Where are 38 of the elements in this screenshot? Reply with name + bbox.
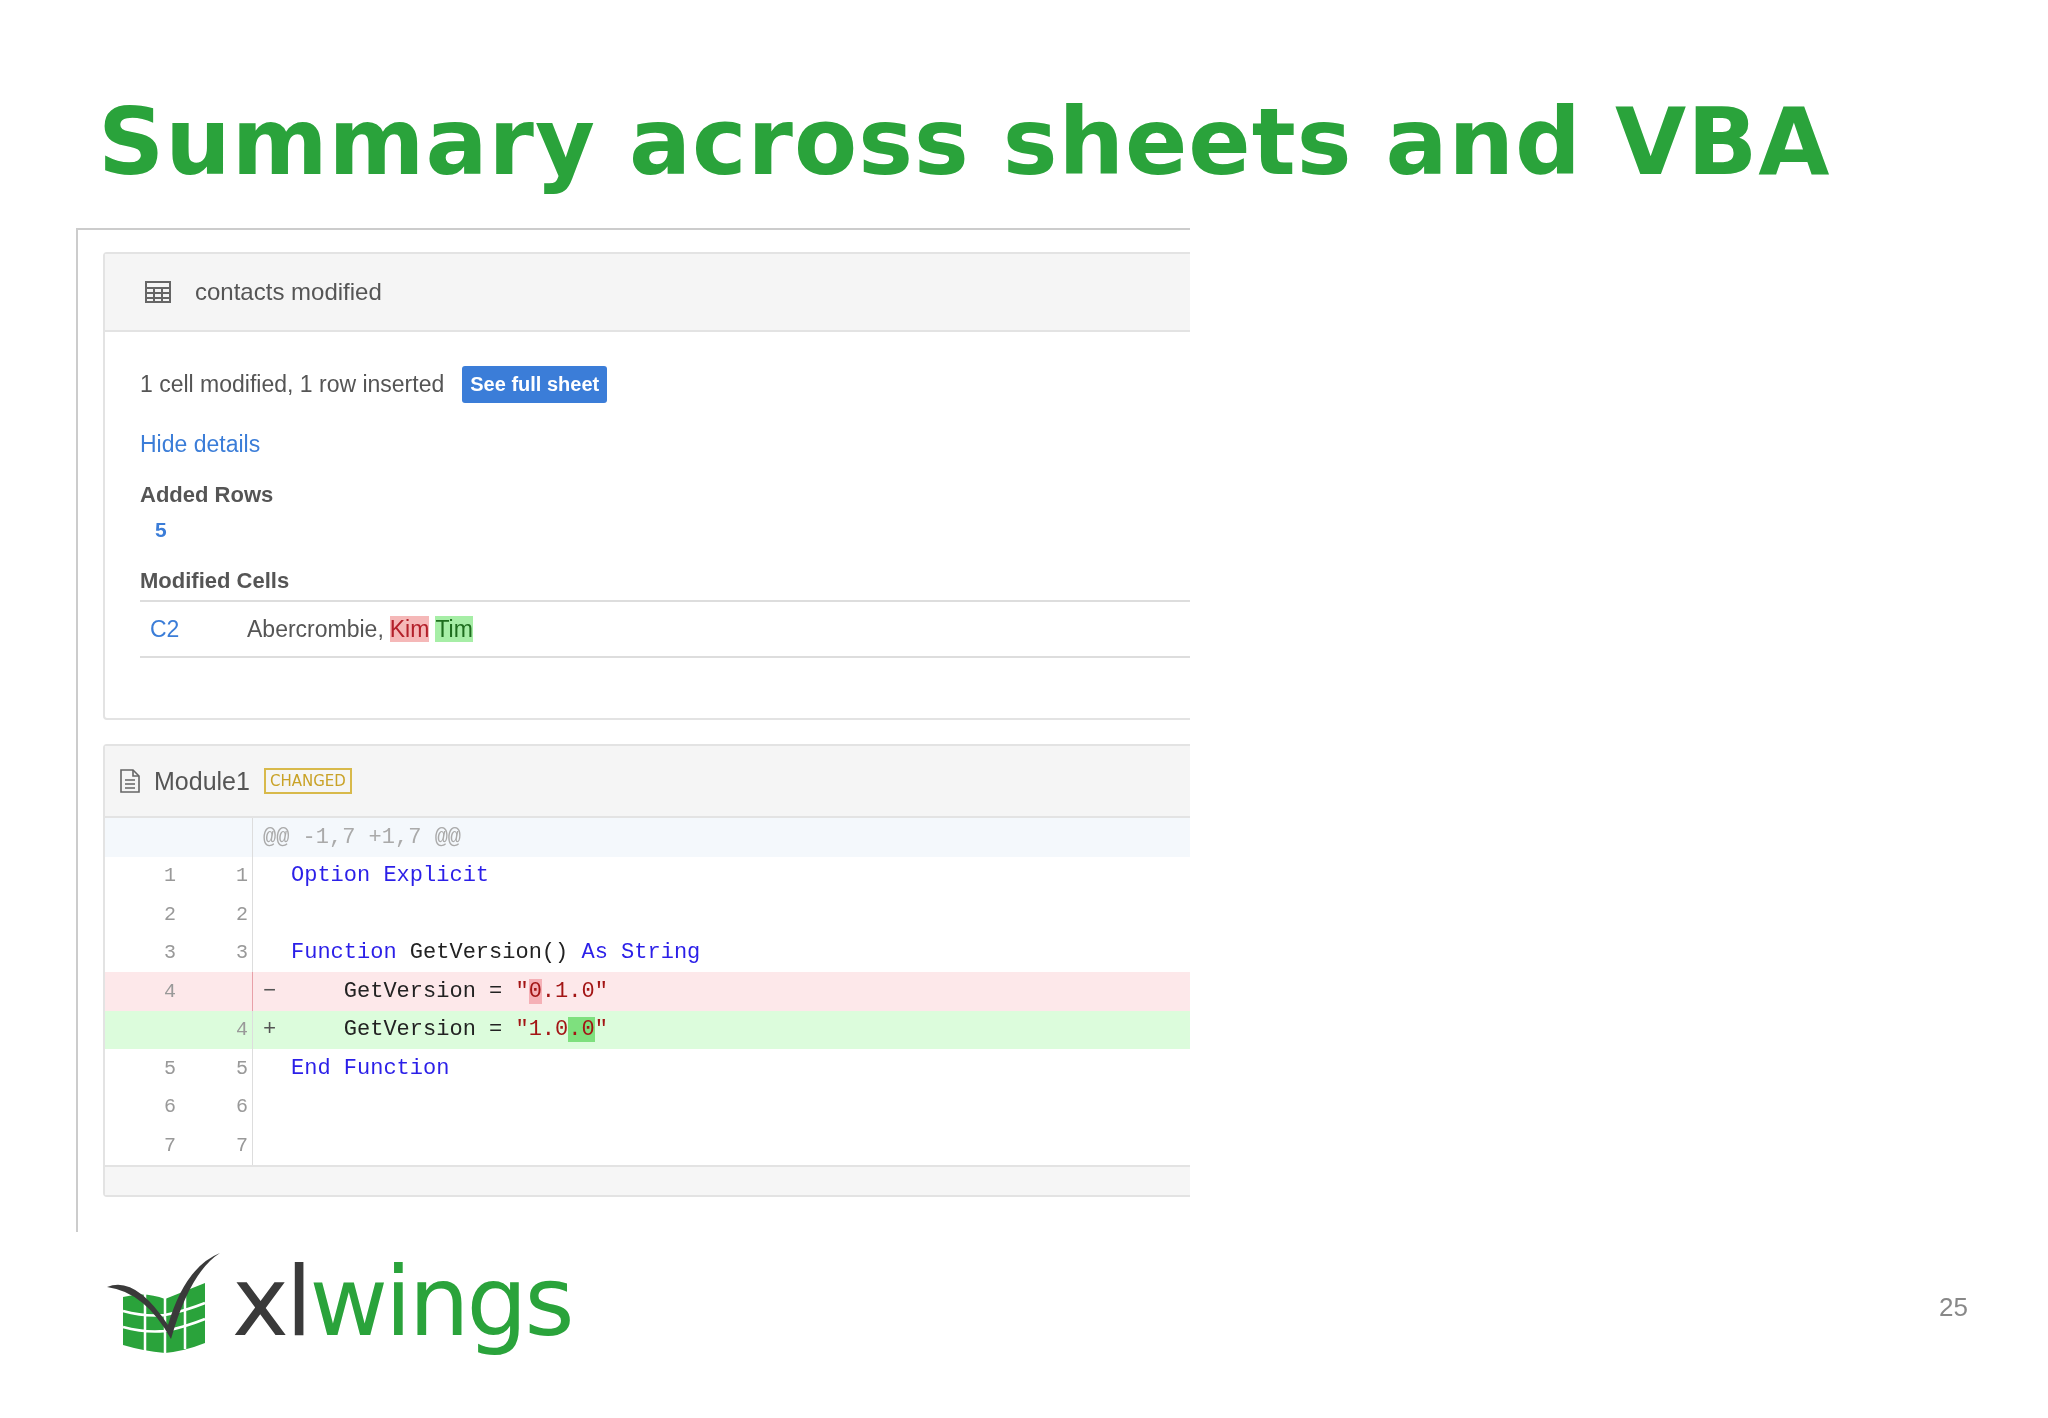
slide-title: Summary across sheets and VBA	[98, 88, 1832, 198]
section-heading: Modified Cells	[140, 568, 291, 594]
change-summary: 1 cell modified, 1 row inserted	[140, 371, 445, 398]
line-number: 4	[236, 1018, 248, 1042]
code-line: GetVersion = "1.0.0"	[342, 1017, 608, 1043]
page-number: 25	[1939, 1291, 1968, 1323]
see-full-sheet-button[interactable]: See full sheet	[462, 366, 608, 403]
diff-sign: +	[263, 1017, 277, 1043]
logo-wordmark: xlwings	[232, 1245, 572, 1360]
line-number: 3	[164, 941, 176, 965]
line-number: 6	[236, 1095, 248, 1119]
document-icon	[120, 769, 140, 793]
changed-badge: CHANGED	[263, 768, 352, 794]
row-number-link[interactable]: 5	[155, 518, 167, 542]
diff-sign: −	[263, 978, 277, 1004]
line-number: 4	[164, 979, 176, 1003]
line-number: 2	[236, 902, 248, 926]
line-number: 1	[236, 864, 248, 888]
module-name: Module1	[154, 766, 250, 796]
code-line: Option Explicit	[291, 863, 490, 889]
code-line: Function GetVersion() As String	[291, 940, 701, 966]
line-number: 3	[236, 941, 248, 965]
line-number: 1	[164, 864, 176, 888]
line-number: 2	[164, 902, 176, 926]
code-line: GetVersion = "0.1.0"	[342, 978, 608, 1004]
code-line: End Function	[291, 1055, 450, 1081]
line-number: 7	[236, 1133, 248, 1157]
hunk-header: @@ -1,7 +1,7 @@	[262, 824, 462, 850]
cell-value-diff: Abercrombie, Kim Tim	[247, 615, 473, 643]
section-heading: Added Rows	[140, 482, 275, 508]
line-number: 5	[164, 1056, 176, 1080]
hide-details-link[interactable]: Hide details	[140, 431, 261, 458]
line-number: 7	[164, 1133, 176, 1157]
sheet-name: contacts modified	[195, 278, 382, 306]
cell-reference-link[interactable]: C2	[140, 615, 247, 643]
line-number: 5	[236, 1056, 248, 1080]
line-number: 6	[164, 1095, 176, 1119]
table-icon	[145, 281, 171, 303]
